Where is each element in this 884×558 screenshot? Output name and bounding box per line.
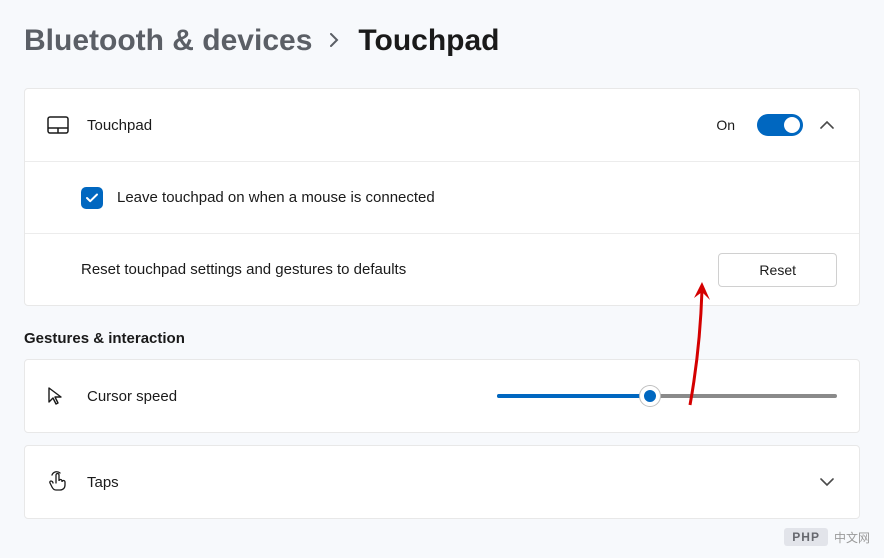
section-title-gestures: Gestures & interaction bbox=[24, 330, 860, 347]
touchpad-title: Touchpad bbox=[87, 117, 716, 134]
taps-card: Taps bbox=[24, 445, 860, 519]
reset-button[interactable]: Reset bbox=[718, 253, 837, 287]
breadcrumb-current: Touchpad bbox=[358, 24, 499, 58]
leave-on-label: Leave touchpad on when a mouse is connec… bbox=[117, 189, 837, 206]
touchpad-header-row[interactable]: Touchpad On bbox=[25, 89, 859, 161]
tap-icon bbox=[47, 471, 87, 493]
cursor-speed-label: Cursor speed bbox=[87, 388, 497, 405]
breadcrumb-parent[interactable]: Bluetooth & devices bbox=[24, 24, 312, 58]
touchpad-card: Touchpad On Leave touchpad on when a mou… bbox=[24, 88, 860, 306]
chevron-up-icon[interactable] bbox=[817, 115, 837, 135]
reset-row: Reset touchpad settings and gestures to … bbox=[25, 233, 859, 305]
leave-on-checkbox[interactable] bbox=[81, 187, 103, 209]
cursor-speed-row: Cursor speed bbox=[25, 360, 859, 432]
taps-row[interactable]: Taps bbox=[25, 446, 859, 518]
toggle-state-label: On bbox=[716, 117, 735, 133]
touchpad-icon bbox=[47, 116, 87, 134]
chevron-down-icon[interactable] bbox=[817, 472, 837, 492]
cursor-speed-slider[interactable] bbox=[497, 386, 837, 406]
watermark-text: 中文网 bbox=[834, 529, 870, 546]
watermark: PHP 中文网 bbox=[784, 528, 870, 546]
leave-touchpad-on-row: Leave touchpad on when a mouse is connec… bbox=[25, 161, 859, 233]
breadcrumb: Bluetooth & devices Touchpad bbox=[0, 0, 884, 76]
touchpad-toggle[interactable] bbox=[757, 114, 803, 136]
taps-label: Taps bbox=[87, 474, 817, 491]
cursor-icon bbox=[47, 386, 87, 406]
watermark-badge: PHP bbox=[784, 528, 828, 546]
reset-label: Reset touchpad settings and gestures to … bbox=[81, 261, 718, 278]
cursor-speed-card: Cursor speed bbox=[24, 359, 860, 433]
chevron-right-icon bbox=[330, 31, 340, 52]
